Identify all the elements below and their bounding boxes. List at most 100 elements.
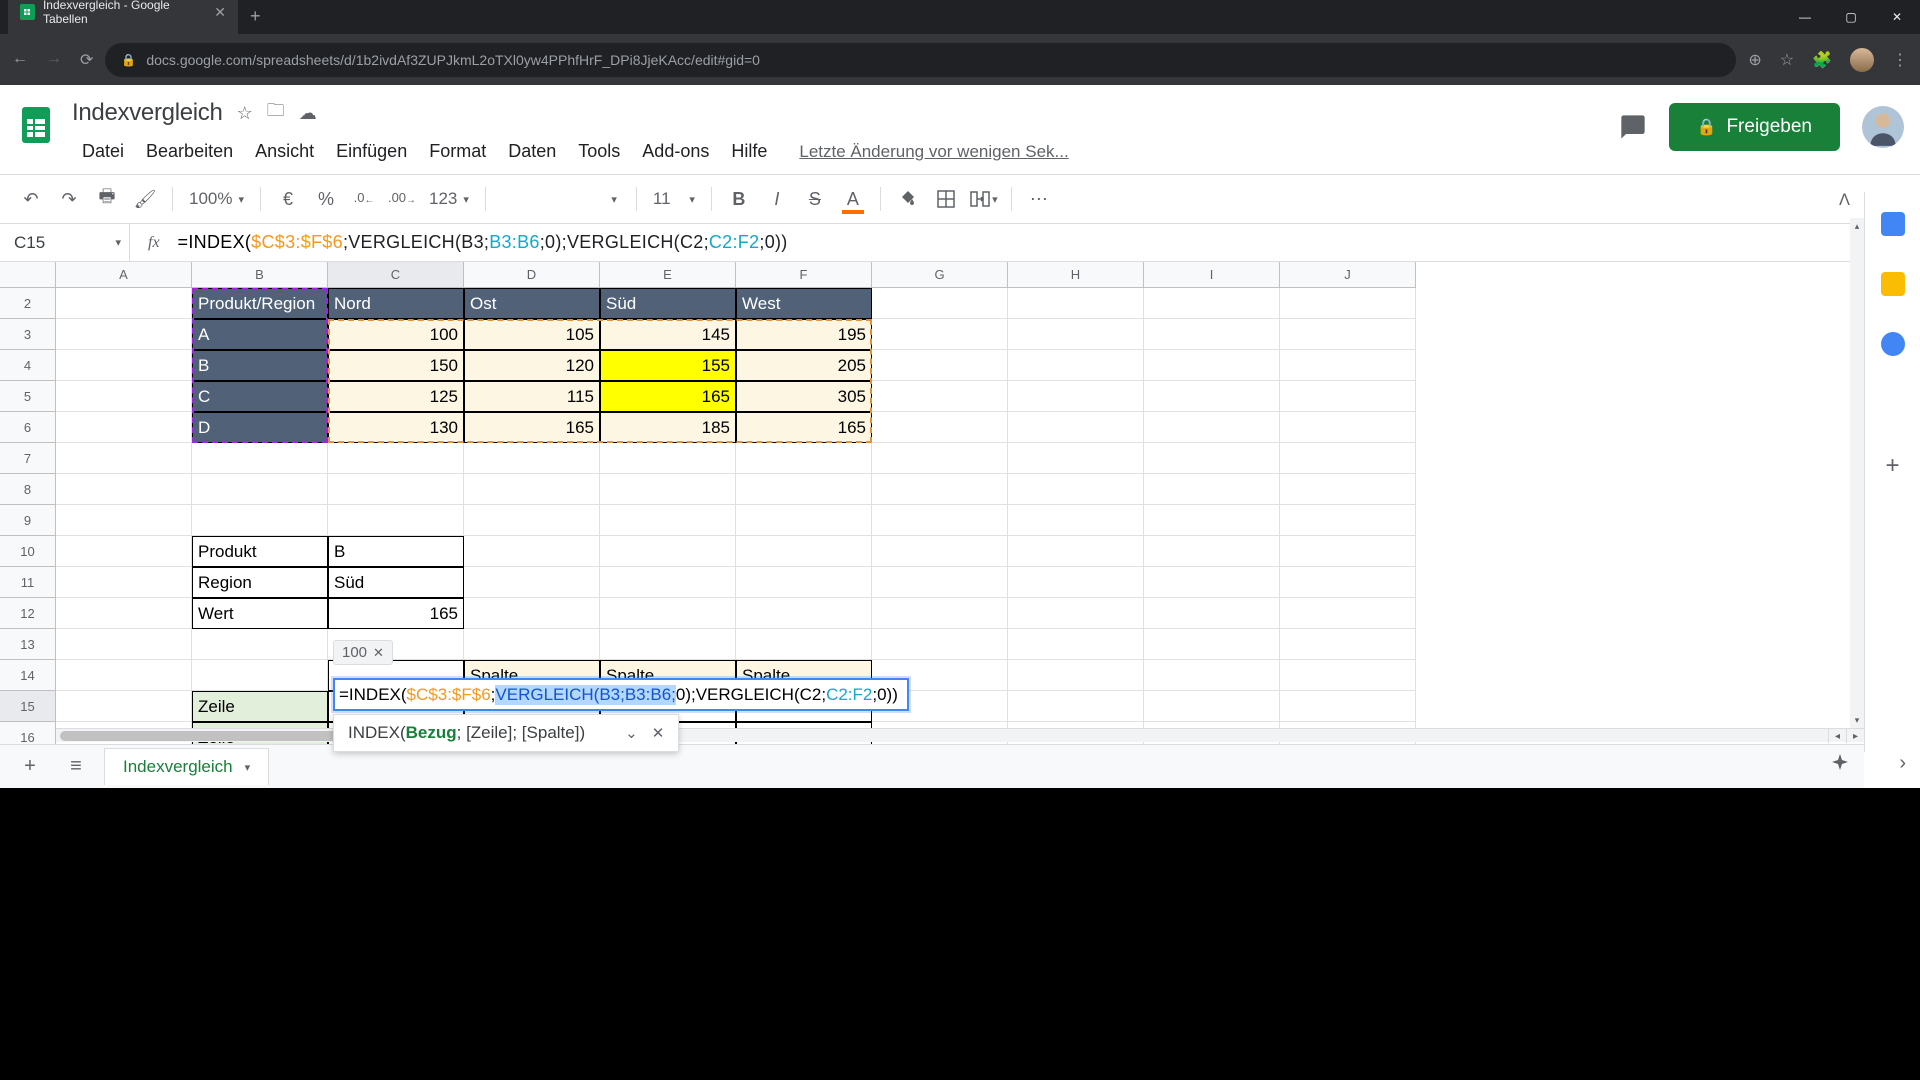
row-header-15[interactable]: 15 xyxy=(0,691,56,722)
window-minimize[interactable]: — xyxy=(1782,0,1828,34)
cell-C5[interactable]: 125 xyxy=(328,381,464,412)
col-header-G[interactable]: G xyxy=(872,262,1008,287)
cell-D5[interactable]: 115 xyxy=(464,381,600,412)
col-header-I[interactable]: I xyxy=(1144,262,1280,287)
calendar-addon-icon[interactable] xyxy=(1881,212,1905,236)
cell-E6[interactable]: 185 xyxy=(600,412,736,443)
currency-button[interactable]: € xyxy=(271,182,305,216)
sheet-tab-indexvergleich[interactable]: Indexvergleich ▾ xyxy=(104,748,269,785)
cell-F5[interactable]: 305 xyxy=(736,381,872,412)
explore-button[interactable] xyxy=(1828,752,1852,781)
hscroll-right-icon[interactable]: ▸ xyxy=(1846,729,1864,743)
cell-G4[interactable] xyxy=(872,350,1008,381)
print-button[interactable]: 🖶 xyxy=(90,182,124,216)
keep-addon-icon[interactable] xyxy=(1881,272,1905,296)
row-header-3[interactable]: 3 xyxy=(0,319,56,350)
cell-H2[interactable] xyxy=(1008,288,1144,319)
menu-datei[interactable]: Datei xyxy=(72,137,134,166)
get-addons-icon[interactable]: + xyxy=(1885,452,1899,480)
cell-F6[interactable]: 165 xyxy=(736,412,872,443)
account-avatar[interactable] xyxy=(1862,106,1904,148)
hscroll-thumb[interactable] xyxy=(60,731,360,741)
zoom-dropdown[interactable]: 100%▾ xyxy=(183,189,250,209)
paint-format-button[interactable]: 🖌 xyxy=(128,182,162,216)
cell-C2[interactable]: Nord xyxy=(328,288,464,319)
bold-button[interactable]: B xyxy=(722,182,756,216)
row-header-5[interactable]: 5 xyxy=(0,381,56,412)
cell-C3[interactable]: 100 xyxy=(328,319,464,350)
fn-help-expand-icon[interactable]: ⌄ xyxy=(625,724,638,742)
cell-B11[interactable]: Region xyxy=(192,567,328,598)
row-header-6[interactable]: 6 xyxy=(0,412,56,443)
cell-J2[interactable] xyxy=(1280,288,1416,319)
col-header-E[interactable]: E xyxy=(600,262,736,287)
col-header-B[interactable]: B xyxy=(192,262,328,287)
vertical-scrollbar[interactable]: ▴ ▾ xyxy=(1850,218,1864,728)
menu-einfuegen[interactable]: Einfügen xyxy=(326,137,417,166)
row-header-9[interactable]: 9 xyxy=(0,505,56,536)
add-sheet-button[interactable]: + xyxy=(12,749,48,785)
share-button[interactable]: 🔒 Freigeben xyxy=(1669,103,1840,151)
increase-decimal-button[interactable]: .00→ xyxy=(385,182,419,216)
row-header-7[interactable]: 7 xyxy=(0,443,56,474)
cell-F4[interactable]: 205 xyxy=(736,350,872,381)
zoom-icon[interactable]: ⊕ xyxy=(1748,50,1761,70)
col-header-F[interactable]: F xyxy=(736,262,872,287)
browser-tab[interactable]: Indexvergleich - Google Tabellen ✕ xyxy=(8,0,238,34)
cell-A2[interactable] xyxy=(56,288,192,319)
cell-C6[interactable]: 130 xyxy=(328,412,464,443)
reload-button[interactable]: ⟳ xyxy=(80,50,93,70)
menu-ansicht[interactable]: Ansicht xyxy=(245,137,324,166)
cell-D3[interactable]: 105 xyxy=(464,319,600,350)
cell-A5[interactable] xyxy=(56,381,192,412)
menu-daten[interactable]: Daten xyxy=(498,137,566,166)
cell-E5[interactable]: 165 xyxy=(600,381,736,412)
menu-format[interactable]: Format xyxy=(419,137,496,166)
cell-G3[interactable] xyxy=(872,319,1008,350)
percent-button[interactable]: % xyxy=(309,182,343,216)
col-header-J[interactable]: J xyxy=(1280,262,1416,287)
cell-I4[interactable] xyxy=(1144,350,1280,381)
row-header-10[interactable]: 10 xyxy=(0,536,56,567)
sheets-logo[interactable] xyxy=(10,99,62,151)
col-header-A[interactable]: A xyxy=(56,262,192,287)
row-header-8[interactable]: 8 xyxy=(0,474,56,505)
hide-side-panel-icon[interactable]: › xyxy=(1899,752,1906,775)
cell-B3[interactable]: A xyxy=(192,319,328,350)
cell-C4[interactable]: 150 xyxy=(328,350,464,381)
undo-button[interactable]: ↶ xyxy=(14,182,48,216)
hscroll-left-icon[interactable]: ◂ xyxy=(1828,729,1846,743)
new-tab-button[interactable]: + xyxy=(238,6,273,27)
row-header-12[interactable]: 12 xyxy=(0,598,56,629)
browser-menu-icon[interactable]: ⋮ xyxy=(1892,50,1908,70)
last-edit-link[interactable]: Letzte Änderung vor wenigen Sek... xyxy=(779,142,1068,162)
menu-bearbeiten[interactable]: Bearbeiten xyxy=(136,137,243,166)
cell-J3[interactable] xyxy=(1280,319,1416,350)
cell-I2[interactable] xyxy=(1144,288,1280,319)
row-header-11[interactable]: 11 xyxy=(0,567,56,598)
fill-color-button[interactable] xyxy=(891,182,925,216)
cell-A4[interactable] xyxy=(56,350,192,381)
cell-C10[interactable]: B xyxy=(328,536,464,567)
menu-addons[interactable]: Add-ons xyxy=(632,137,719,166)
cell-B12[interactable]: Wert xyxy=(192,598,328,629)
cell-F2[interactable]: West xyxy=(736,288,872,319)
cell-E3[interactable]: 145 xyxy=(600,319,736,350)
number-format-dropdown[interactable]: 123▾ xyxy=(423,189,475,209)
cell-H6[interactable] xyxy=(1008,412,1144,443)
cell-G6[interactable] xyxy=(872,412,1008,443)
cell-G2[interactable] xyxy=(872,288,1008,319)
strikethrough-button[interactable]: S xyxy=(798,182,832,216)
cell-B5[interactable]: C xyxy=(192,381,328,412)
menu-hilfe[interactable]: Hilfe xyxy=(721,137,777,166)
back-button[interactable]: ← xyxy=(12,50,28,70)
row-header-4[interactable]: 4 xyxy=(0,350,56,381)
more-toolbar-button[interactable]: ⋯ xyxy=(1022,182,1056,216)
name-box[interactable]: C15 ▾ xyxy=(6,224,130,261)
cloud-icon[interactable]: ☁ xyxy=(299,103,317,124)
menu-tools[interactable]: Tools xyxy=(568,137,630,166)
vscroll-down-icon[interactable]: ▾ xyxy=(1850,712,1864,728)
row-header-2[interactable]: 2 xyxy=(0,288,56,319)
row-header-13[interactable]: 13 xyxy=(0,629,56,660)
cell-D6[interactable]: 165 xyxy=(464,412,600,443)
